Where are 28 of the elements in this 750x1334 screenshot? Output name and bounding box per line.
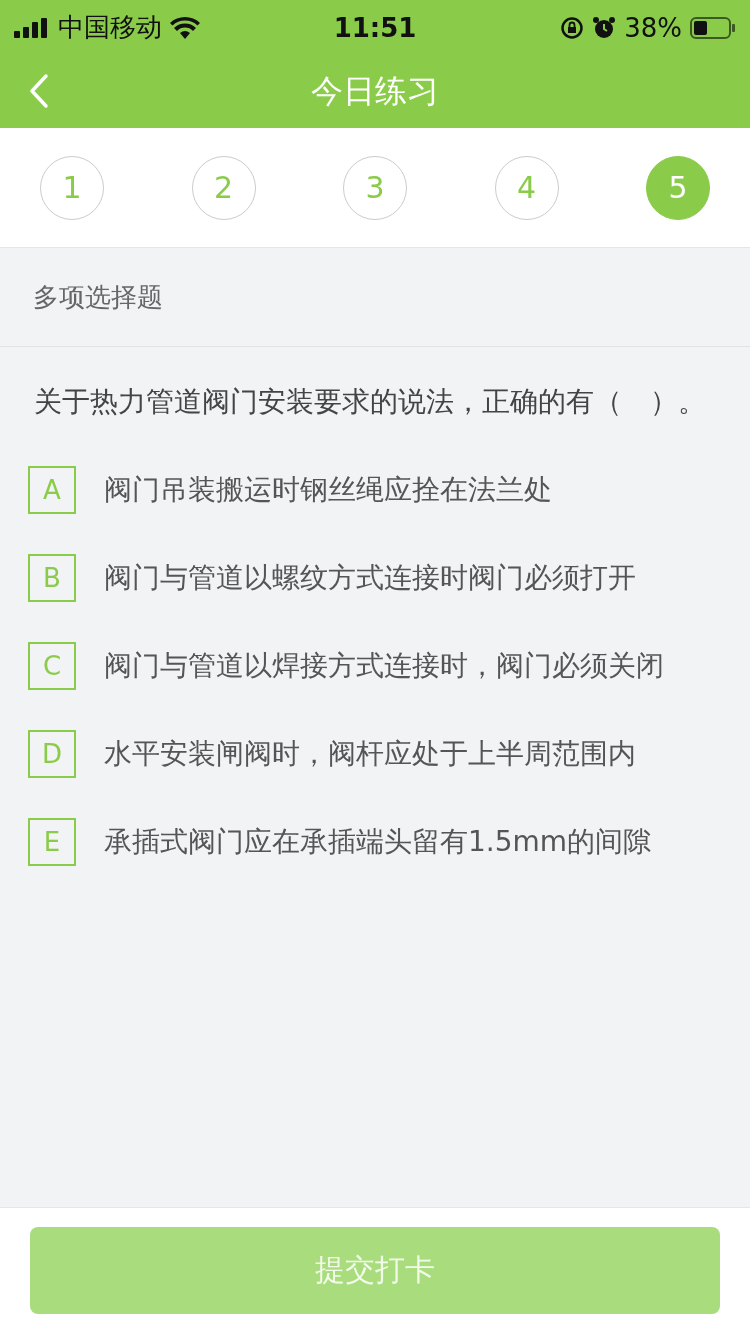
option-text: 阀门与管道以螺纹方式连接时阀门必须打开 xyxy=(104,560,636,596)
option-text: 阀门与管道以焊接方式连接时，阀门必须关闭 xyxy=(104,648,664,684)
signal-icon xyxy=(14,17,50,38)
question-number-tab[interactable]: 4 xyxy=(494,155,559,220)
option-letter-box[interactable]: D xyxy=(28,730,76,778)
option-letter-box[interactable]: E xyxy=(28,818,76,866)
submit-button[interactable]: 提交打卡 xyxy=(30,1227,720,1314)
option-letter-box[interactable]: B xyxy=(28,554,76,602)
question-type: 多项选择题 xyxy=(33,280,163,314)
option-letter-box[interactable]: C xyxy=(28,642,76,690)
option-text: 水平安装闸阀时，阀杆应处于上半周范围内 xyxy=(104,736,636,772)
question-number-tab[interactable]: 3 xyxy=(343,155,407,220)
carrier-name: 中国移动 xyxy=(58,11,162,44)
back-icon[interactable] xyxy=(28,73,50,109)
wifi-icon xyxy=(170,16,200,39)
question-text: 关于热力管道阀门安装要求的说法，正确的有（ ）。 xyxy=(34,384,707,420)
question-number-tab[interactable]: 1 xyxy=(40,155,104,220)
battery-percent: 38% xyxy=(624,12,682,43)
question-number-tab[interactable]: 2 xyxy=(191,155,256,220)
rotation-lock-icon xyxy=(560,15,585,40)
alarm-icon xyxy=(592,15,617,40)
option-text: 阀门吊装搬运时钢丝绳应拴在法兰处 xyxy=(104,472,552,508)
page-title: 今日练习 xyxy=(311,70,439,112)
question-number-tab[interactable]: 5 xyxy=(646,155,710,220)
option-letter-box[interactable]: A xyxy=(28,466,76,514)
battery-icon xyxy=(690,16,736,39)
option-text: 承插式阀门应在承插端头留有1.5mm的间隙 xyxy=(104,824,652,860)
clock-time: 11:51 xyxy=(333,12,417,43)
